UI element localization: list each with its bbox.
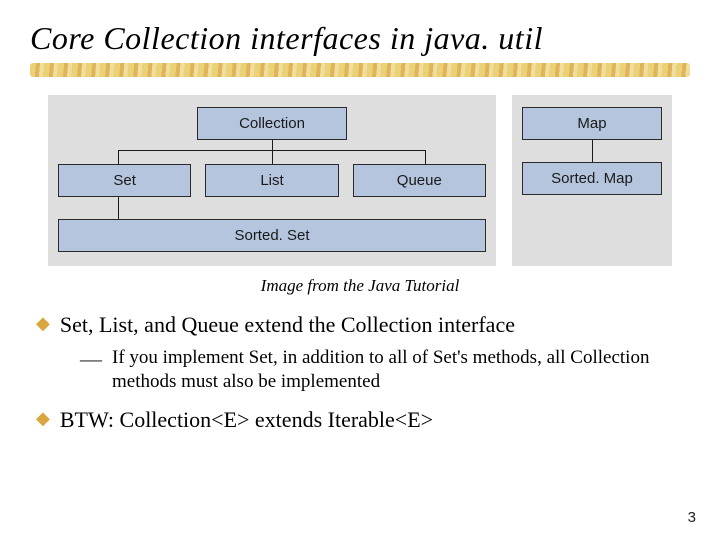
bullet-text: If you implement Set, in addition to all… — [112, 346, 690, 395]
bullet-text: BTW: Collection<E> extends Iterable<E> — [60, 405, 433, 435]
bullet-list: ◆ Set, List, and Queue extend the Collec… — [30, 310, 690, 435]
connector — [58, 140, 486, 164]
bullet-subitem: — If you implement Set, in addition to a… — [80, 346, 690, 395]
dash-icon: — — [80, 348, 102, 397]
node-map: Map — [522, 107, 662, 140]
image-caption: Image from the Java Tutorial — [30, 276, 690, 296]
diamond-icon: ◆ — [36, 310, 50, 340]
node-sortedset: Sorted. Set — [58, 219, 486, 252]
node-collection: Collection — [197, 107, 347, 140]
title-underline — [30, 63, 690, 77]
page-title: Core Collection interfaces in java. util — [30, 20, 690, 57]
node-set: Set — [58, 164, 191, 197]
bullet-item: ◆ Set, List, and Queue extend the Collec… — [36, 310, 690, 340]
page-number: 3 — [688, 509, 696, 526]
bullet-text: Set, List, and Queue extend the Collecti… — [60, 310, 515, 340]
collection-hierarchy-panel: Collection Set List Queue Sorted. Set — [48, 95, 496, 266]
node-sortedmap: Sorted. Map — [522, 162, 662, 195]
bullet-item: ◆ BTW: Collection<E> extends Iterable<E> — [36, 405, 690, 435]
node-list: List — [205, 164, 338, 197]
node-queue: Queue — [353, 164, 486, 197]
connector — [522, 140, 662, 162]
map-hierarchy-panel: Map Sorted. Map — [512, 95, 672, 266]
diamond-icon: ◆ — [36, 405, 50, 435]
connector — [58, 197, 486, 219]
hierarchy-diagram: Collection Set List Queue Sorted. Set Ma… — [30, 95, 690, 266]
